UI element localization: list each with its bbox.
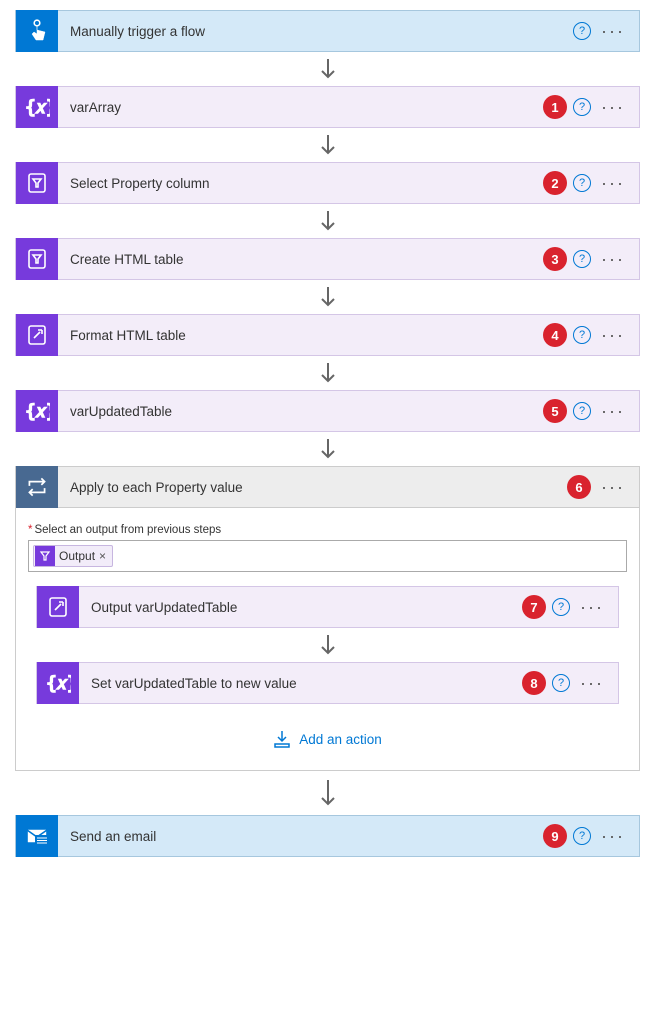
arrow-connector xyxy=(15,52,640,86)
step-title: Apply to each Property value xyxy=(58,480,567,495)
step-title: Output varUpdatedTable xyxy=(79,600,522,615)
step-vararray[interactable]: varArray 1 ? ··· xyxy=(15,86,640,128)
step-format-html[interactable]: Format HTML table 4 ? ··· xyxy=(15,314,640,356)
step-badge: 4 xyxy=(543,323,567,347)
step-title: varUpdatedTable xyxy=(58,404,543,419)
help-icon[interactable]: ? xyxy=(573,22,591,40)
step-badge: 7 xyxy=(522,595,546,619)
help-icon[interactable]: ? xyxy=(573,326,591,344)
step-badge: 9 xyxy=(543,824,567,848)
select-icon xyxy=(35,546,55,566)
help-icon[interactable]: ? xyxy=(573,174,591,192)
step-create-html[interactable]: Create HTML table 3 ? ··· xyxy=(15,238,640,280)
step-title: Select Property column xyxy=(58,176,543,191)
compose-icon xyxy=(16,314,58,356)
more-icon[interactable]: ··· xyxy=(576,598,608,616)
variable-icon xyxy=(16,390,58,432)
variable-icon xyxy=(37,662,79,704)
arrow-connector xyxy=(15,771,640,815)
step-title: Create HTML table xyxy=(58,252,543,267)
help-icon[interactable]: ? xyxy=(552,674,570,692)
step-badge: 1 xyxy=(543,95,567,119)
step-title: Manually trigger a flow xyxy=(58,24,573,39)
help-icon[interactable]: ? xyxy=(573,98,591,116)
step-badge: 6 xyxy=(567,475,591,499)
output-chip[interactable]: Output × xyxy=(33,545,113,567)
step-badge: 2 xyxy=(543,171,567,195)
step-set-varupdated[interactable]: Set varUpdatedTable to new value 8 ? ··· xyxy=(36,662,619,704)
more-icon[interactable]: ··· xyxy=(597,478,629,496)
step-apply-header[interactable]: Apply to each Property value 6 ··· xyxy=(15,466,640,508)
add-action-label: Add an action xyxy=(299,732,382,747)
step-send-email[interactable]: Send an email 9 ? ··· xyxy=(15,815,640,857)
step-badge: 3 xyxy=(543,247,567,271)
help-icon[interactable]: ? xyxy=(573,402,591,420)
more-icon[interactable]: ··· xyxy=(597,326,629,344)
more-icon[interactable]: ··· xyxy=(576,674,608,692)
touch-icon xyxy=(16,10,58,52)
select-icon xyxy=(16,162,58,204)
compose-icon xyxy=(37,586,79,628)
more-icon[interactable]: ··· xyxy=(597,98,629,116)
mail-icon xyxy=(16,815,58,857)
add-action-button[interactable]: Add an action xyxy=(28,704,627,758)
step-output-varupdated[interactable]: Output varUpdatedTable 7 ? ··· xyxy=(36,586,619,628)
chip-label: Output xyxy=(59,549,95,563)
arrow-connector xyxy=(36,628,619,662)
help-icon[interactable]: ? xyxy=(552,598,570,616)
output-field[interactable]: Output × xyxy=(28,540,627,572)
more-icon[interactable]: ··· xyxy=(597,402,629,420)
step-apply-to-each: Apply to each Property value 6 ··· *Sele… xyxy=(15,466,640,771)
more-icon[interactable]: ··· xyxy=(597,827,629,845)
help-icon[interactable]: ? xyxy=(573,827,591,845)
step-title: varArray xyxy=(58,100,543,115)
arrow-connector xyxy=(15,432,640,466)
step-trigger[interactable]: Manually trigger a flow ? ··· xyxy=(15,10,640,52)
step-varupdatedtable[interactable]: varUpdatedTable 5 ? ··· xyxy=(15,390,640,432)
help-icon[interactable]: ? xyxy=(573,250,591,268)
arrow-connector xyxy=(15,204,640,238)
more-icon[interactable]: ··· xyxy=(597,174,629,192)
more-icon[interactable]: ··· xyxy=(597,250,629,268)
arrow-connector xyxy=(15,280,640,314)
step-title: Set varUpdatedTable to new value xyxy=(79,676,522,691)
step-title: Send an email xyxy=(58,829,543,844)
step-title: Format HTML table xyxy=(58,328,543,343)
arrow-connector xyxy=(15,128,640,162)
more-icon[interactable]: ··· xyxy=(597,22,629,40)
chip-remove-icon[interactable]: × xyxy=(99,549,106,563)
loop-icon xyxy=(16,466,58,508)
variable-icon xyxy=(16,86,58,128)
table-icon xyxy=(16,238,58,280)
step-badge: 5 xyxy=(543,399,567,423)
step-select-property[interactable]: Select Property column 2 ? ··· xyxy=(15,162,640,204)
arrow-connector xyxy=(15,356,640,390)
field-label: *Select an output from previous steps xyxy=(28,524,627,536)
step-badge: 8 xyxy=(522,671,546,695)
